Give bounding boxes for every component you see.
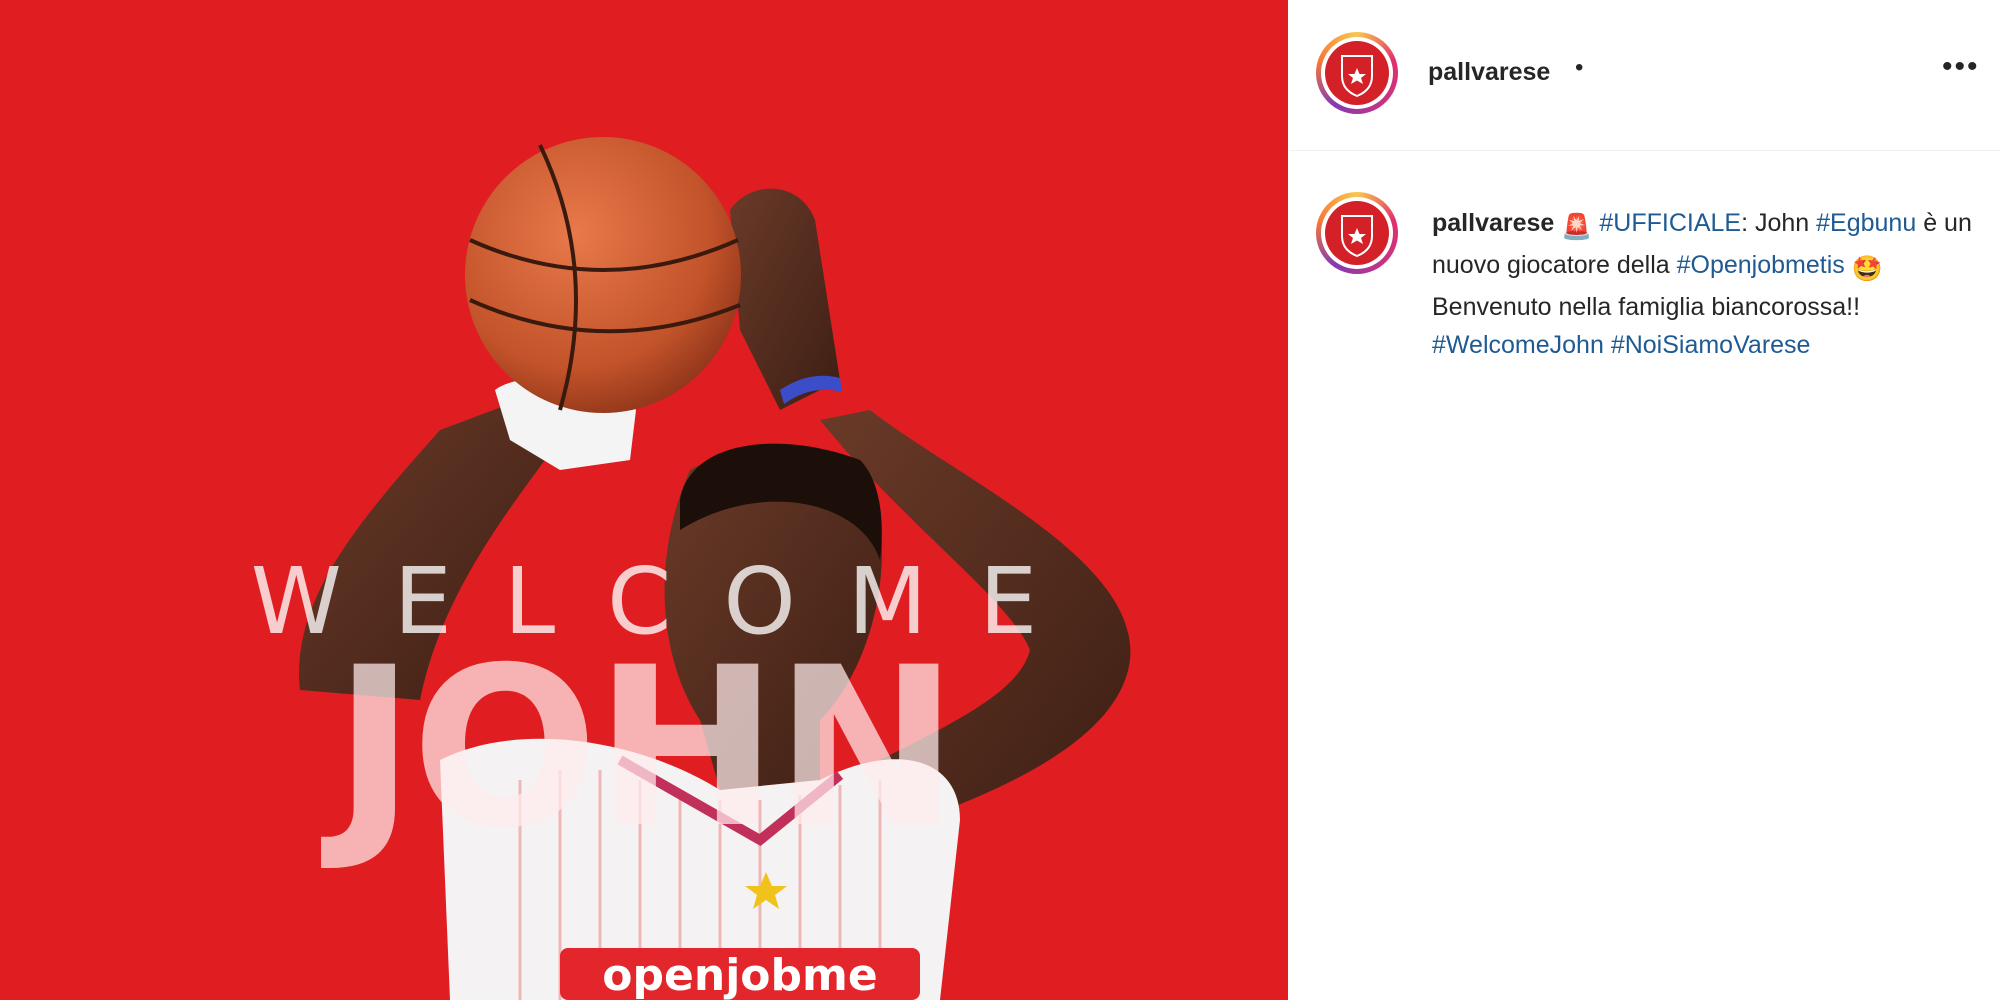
jersey-sponsor-text: openjobme xyxy=(602,950,877,1000)
post-header: pallvarese • ••• xyxy=(1290,0,2000,151)
name-overlay-text: JOHN xyxy=(333,620,958,876)
header-username[interactable]: pallvarese xyxy=(1428,58,1550,87)
star-eyes-emoji: 🤩 xyxy=(1851,255,1883,283)
more-options-icon[interactable]: ••• xyxy=(1942,52,1980,82)
caption-username[interactable]: pallvarese xyxy=(1432,209,1554,237)
hashtag-welcomejohn[interactable]: #WelcomeJohn xyxy=(1432,331,1604,359)
caption-avatar[interactable] xyxy=(1316,192,1398,274)
header-separator-dot: • xyxy=(1575,54,1584,81)
hashtag-ufficiale[interactable]: #UFFICIALE xyxy=(1599,209,1741,237)
hashtag-openjobmetis[interactable]: #Openjobmetis xyxy=(1677,251,1845,279)
post-caption: pallvarese 🚨 #UFFICIALE: John #Egbunu è … xyxy=(1432,204,1972,364)
pallvarese-logo-icon xyxy=(1341,215,1373,258)
caption-text-3: Benvenuto nella famiglia biancorossa!! xyxy=(1432,293,1861,321)
pallvarese-logo-icon xyxy=(1341,55,1373,98)
hashtag-noisiamovarese[interactable]: #NoiSiamoVarese xyxy=(1611,331,1811,359)
post-image[interactable]: openjobme WELCOME JOHN xyxy=(0,0,1288,1000)
caption-text-1: : John xyxy=(1741,209,1810,237)
hashtag-egbunu[interactable]: #Egbunu xyxy=(1816,209,1916,237)
siren-emoji: 🚨 xyxy=(1561,213,1593,241)
post-side-panel: pallvarese • ••• pallvarese 🚨 #UFFICIALE… xyxy=(1290,0,2000,1000)
profile-avatar[interactable] xyxy=(1316,32,1398,114)
